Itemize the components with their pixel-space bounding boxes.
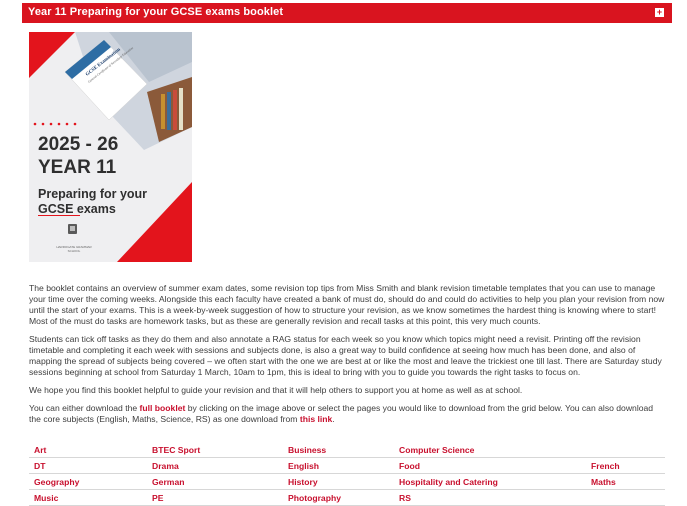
subject-cell[interactable]: Geography bbox=[29, 473, 147, 490]
subject-link[interactable]: Maths bbox=[591, 477, 616, 487]
subject-link[interactable]: DT bbox=[34, 461, 45, 471]
core-subjects-link[interactable]: this link bbox=[300, 414, 332, 424]
table-row: DT Drama English Food French bbox=[29, 457, 665, 474]
paragraph-support: We hope you find this booklet helpful to… bbox=[29, 385, 523, 395]
subject-link[interactable]: PE bbox=[152, 493, 163, 503]
paragraph-overview: The booklet contains an overview of summ… bbox=[29, 283, 665, 326]
cover-year-group: YEAR 11 bbox=[38, 157, 117, 178]
subject-cell bbox=[586, 442, 665, 458]
subject-link[interactable]: Photography bbox=[288, 493, 341, 503]
subject-cell[interactable]: Music bbox=[29, 489, 147, 506]
subject-link[interactable]: BTEC Sport bbox=[152, 445, 200, 455]
cover-year-range: 2025 - 26 bbox=[38, 134, 119, 155]
cover-subtitle: Preparing for your GCSE exams bbox=[38, 187, 148, 216]
subject-link[interactable]: Hospitality and Catering bbox=[399, 477, 498, 487]
subject-link[interactable]: RS bbox=[399, 493, 411, 503]
cover-book-spine-1 bbox=[161, 94, 165, 129]
cover-dots bbox=[33, 122, 77, 126]
download-text-start: You can either download the bbox=[29, 403, 140, 413]
subject-cell[interactable]: Drama bbox=[147, 457, 283, 474]
table-row: Art BTEC Sport Business Computer Science bbox=[29, 442, 665, 458]
table-row: Geography German History Hospitality and… bbox=[29, 473, 665, 490]
cover-book-spine-3 bbox=[173, 90, 177, 130]
subject-link[interactable]: German bbox=[152, 477, 184, 487]
subject-cell[interactable]: Maths bbox=[586, 473, 665, 490]
booklet-cover-image[interactable]: GCSE Examination General Certificate of … bbox=[29, 32, 192, 262]
table-row: Music PE Photography RS bbox=[29, 489, 665, 506]
subject-link[interactable]: English bbox=[288, 461, 319, 471]
subject-cell[interactable]: DT bbox=[29, 457, 147, 474]
subject-cell[interactable]: PE bbox=[147, 489, 283, 506]
subject-cell[interactable]: English bbox=[283, 457, 394, 474]
subjects-grid: Art BTEC Sport Business Computer Science… bbox=[29, 442, 665, 506]
subject-link[interactable]: Music bbox=[34, 493, 58, 503]
subject-cell[interactable]: German bbox=[147, 473, 283, 490]
subject-link[interactable]: Art bbox=[34, 445, 46, 455]
paragraph-rag-status: Students can tick off tasks as they do t… bbox=[29, 334, 662, 377]
subject-link[interactable]: Computer Science bbox=[399, 445, 474, 455]
cover-school-name: HARROGATE GRAMMAR SCHOOL bbox=[56, 245, 92, 253]
download-text-end: . bbox=[332, 414, 335, 424]
subject-cell bbox=[586, 489, 665, 506]
booklet-header[interactable]: Year 11 Preparing for your GCSE exams bo… bbox=[22, 3, 672, 23]
subject-cell[interactable]: RS bbox=[394, 489, 586, 506]
subject-cell[interactable]: Hospitality and Catering bbox=[394, 473, 586, 490]
subject-cell[interactable]: Computer Science bbox=[394, 442, 586, 458]
subject-cell[interactable]: Business bbox=[283, 442, 394, 458]
subject-link[interactable]: Drama bbox=[152, 461, 179, 471]
subject-cell[interactable]: Food bbox=[394, 457, 586, 474]
booklet-title: Year 11 Preparing for your GCSE exams bo… bbox=[28, 6, 284, 18]
subject-cell[interactable]: BTEC Sport bbox=[147, 442, 283, 458]
subject-cell[interactable]: History bbox=[283, 473, 394, 490]
expand-toggle-icon[interactable]: + bbox=[655, 8, 664, 17]
subject-link[interactable]: Food bbox=[399, 461, 420, 471]
cover-book-spine-2 bbox=[167, 92, 171, 130]
subject-cell[interactable]: French bbox=[586, 457, 665, 474]
subject-link[interactable]: Geography bbox=[34, 477, 79, 487]
full-booklet-link[interactable]: full booklet bbox=[140, 403, 186, 413]
booklet-description: The booklet contains an overview of summ… bbox=[29, 283, 665, 432]
subject-cell[interactable]: Art bbox=[29, 442, 147, 458]
cover-book-spine-4 bbox=[179, 88, 183, 130]
subject-link[interactable]: Business bbox=[288, 445, 326, 455]
school-crest-inner bbox=[70, 226, 75, 231]
subject-cell[interactable]: Photography bbox=[283, 489, 394, 506]
paragraph-download: You can either download the full booklet… bbox=[29, 403, 665, 425]
subject-link[interactable]: French bbox=[591, 461, 620, 471]
subject-link[interactable]: History bbox=[288, 477, 318, 487]
